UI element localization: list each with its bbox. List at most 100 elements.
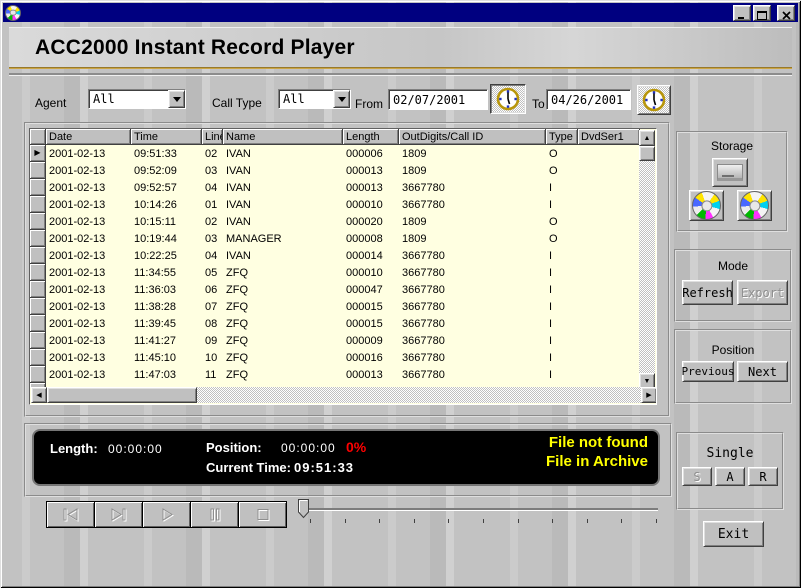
row-selector[interactable] [30, 366, 46, 383]
agent-combobox[interactable]: All [88, 89, 186, 109]
row-selector[interactable] [30, 230, 46, 247]
maximize-button[interactable] [753, 5, 771, 21]
stop-button[interactable] [238, 501, 287, 528]
table-row[interactable]: 2001-02-1311:36:0306ZFQ0000473667780I [30, 281, 640, 298]
cell: 11:38:28 [131, 298, 202, 315]
cell: O [546, 162, 578, 179]
cell: O [546, 145, 578, 162]
skip-start-button[interactable] [46, 501, 95, 528]
single-a-button[interactable]: A [715, 467, 745, 486]
vertical-scrollbar[interactable]: ▲ ▼ [639, 130, 655, 389]
cell: I [546, 366, 578, 383]
exit-button[interactable]: Exit [703, 521, 764, 547]
cell: IVAN [223, 179, 343, 196]
table-row[interactable]: 2001-02-1310:14:2601IVAN0000103667780I [30, 196, 640, 213]
export-button[interactable]: Export [737, 280, 788, 305]
table-row[interactable]: 2001-02-1311:34:5505ZFQ0000103667780I [30, 264, 640, 281]
gold-rule [9, 67, 792, 69]
cell: 3667780 [399, 264, 546, 281]
to-date-picker-button[interactable] [637, 85, 671, 115]
table-row[interactable]: 2001-02-1310:19:4403MANAGER0000081809O [30, 230, 640, 247]
vertical-scroll-track[interactable] [639, 146, 655, 373]
table-row[interactable]: 2001-02-1310:22:2504IVAN0000143667780I [30, 247, 640, 264]
cell: 000015 [343, 298, 399, 315]
row-selector[interactable] [30, 162, 46, 179]
scroll-up-button[interactable]: ▲ [639, 130, 655, 146]
horizontal-scroll-thumb[interactable] [47, 387, 197, 403]
row-selector[interactable] [30, 281, 46, 298]
minimize-button[interactable] [733, 5, 751, 21]
cell: 2001-02-13 [46, 213, 131, 230]
call-type-combobox[interactable]: All [278, 89, 351, 109]
column-header-dvdser1: DvdSer1 [578, 129, 640, 145]
row-selector[interactable] [30, 213, 46, 230]
scroll-right-button[interactable]: ▶ [641, 387, 657, 403]
minimize-icon [737, 11, 747, 20]
row-selector[interactable] [30, 264, 46, 281]
row-selector[interactable] [30, 315, 46, 332]
cell: I [546, 179, 578, 196]
arrow-right-icon: ▶ [646, 391, 651, 399]
table-row[interactable]: 2001-02-1311:45:1010ZFQ0000163667780I [30, 349, 640, 366]
table-row[interactable]: ▶2001-02-1309:51:3302IVAN0000061809O [30, 145, 640, 162]
storage-cd-right-button[interactable] [737, 190, 772, 221]
pause-icon [204, 508, 226, 522]
vertical-scroll-thumb[interactable] [639, 146, 655, 161]
cell: 11:39:45 [131, 315, 202, 332]
from-date-picker-button[interactable] [490, 84, 526, 114]
row-selector[interactable] [30, 349, 46, 366]
single-r-button[interactable]: R [748, 467, 778, 486]
horizontal-scrollbar[interactable]: ◀ ▶ [31, 387, 657, 403]
table-row[interactable]: 2001-02-1311:47:0311ZFQ0000133667780I [30, 366, 640, 383]
storage-cd-left-button[interactable] [689, 190, 724, 221]
cell: 2001-02-13 [46, 196, 131, 213]
storage-label: Storage [678, 139, 786, 153]
cell: 000015 [343, 315, 399, 332]
table-row[interactable]: 2001-02-1311:41:2709ZFQ0000093667780I [30, 332, 640, 349]
seek-slider[interactable] [296, 498, 662, 526]
cell [578, 315, 640, 332]
cell: O [546, 213, 578, 230]
cell: ZFQ [223, 349, 343, 366]
row-selector[interactable]: ▶ [30, 145, 46, 162]
storage-drive-button[interactable] [712, 158, 748, 187]
close-button[interactable] [777, 5, 795, 21]
table-row[interactable]: 2001-02-1309:52:0903IVAN0000131809O [30, 162, 640, 179]
cell: 1809 [399, 145, 546, 162]
grid-body: ▶2001-02-1309:51:3302IVAN0000061809O2001… [30, 145, 640, 388]
scroll-left-button[interactable]: ◀ [31, 387, 47, 403]
current-time-label: Current Time: [206, 460, 291, 475]
cell: 02 [202, 213, 223, 230]
cell: IVAN [223, 162, 343, 179]
cell: 000008 [343, 230, 399, 247]
from-date-input[interactable]: 02/07/2001 [388, 89, 488, 110]
playback-display: Length: 00:00:00 Position: 00:00:00 0% C… [32, 429, 660, 486]
cell: 3667780 [399, 315, 546, 332]
table-row[interactable]: 2001-02-1309:52:5704IVAN0000133667780I [30, 179, 640, 196]
call-type-value: All [279, 92, 333, 106]
table-row[interactable]: 2001-02-1311:38:2807ZFQ0000153667780I [30, 298, 640, 315]
cell: IVAN [223, 145, 343, 162]
cell: 000010 [343, 196, 399, 213]
pause-button[interactable] [190, 501, 239, 528]
row-selector[interactable] [30, 298, 46, 315]
agent-dropdown-button[interactable] [168, 90, 185, 108]
slider-groove[interactable] [302, 508, 658, 510]
app-cd-icon[interactable] [5, 5, 21, 21]
single-s-button[interactable]: S [682, 467, 712, 486]
row-selector[interactable] [30, 332, 46, 349]
refresh-button[interactable]: Refresh [682, 280, 733, 305]
next-button[interactable]: Next [737, 361, 788, 382]
table-row[interactable]: 2001-02-1310:15:1102IVAN0000201809O [30, 213, 640, 230]
row-selector[interactable] [30, 196, 46, 213]
call-type-dropdown-button[interactable] [333, 90, 350, 108]
current-time-value: 09:51:33 [294, 460, 354, 475]
row-selector[interactable] [30, 247, 46, 264]
to-date-input[interactable]: 04/26/2001 [546, 89, 631, 110]
play-button[interactable] [142, 501, 191, 528]
row-selector[interactable] [30, 179, 46, 196]
skip-end-button[interactable] [94, 501, 143, 528]
previous-button[interactable]: Previous [682, 361, 734, 382]
table-row[interactable]: 2001-02-1311:39:4508ZFQ0000153667780I [30, 315, 640, 332]
slider-thumb[interactable] [298, 499, 310, 519]
